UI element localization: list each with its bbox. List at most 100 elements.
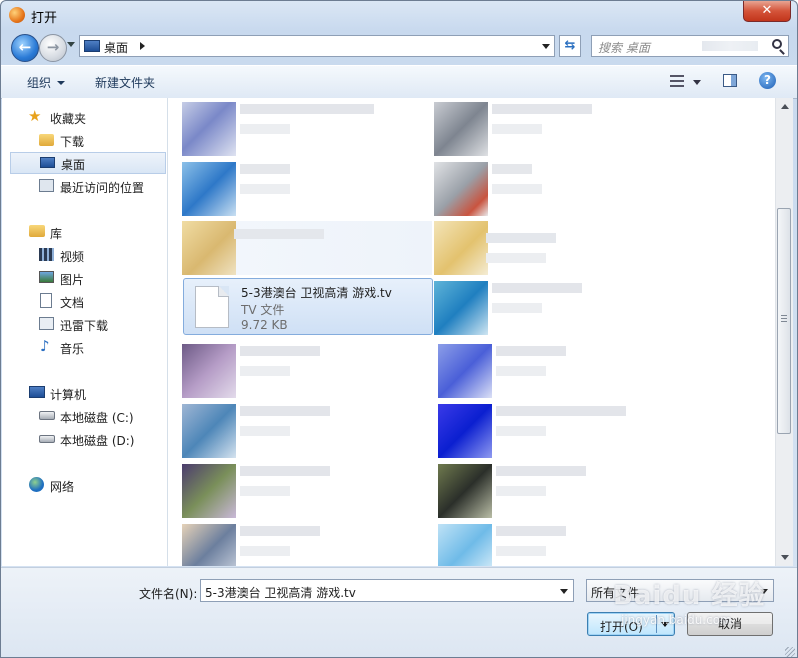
file-item-blurred[interactable] bbox=[182, 464, 432, 520]
sidebar-item-drive-d[interactable]: 本地磁盘 (D:) bbox=[2, 428, 167, 450]
file-thumbnail bbox=[434, 162, 488, 216]
sidebar-item-label: 音乐 bbox=[60, 342, 85, 356]
file-item-blurred[interactable] bbox=[182, 221, 432, 275]
breadcrumb-chevron-icon[interactable] bbox=[140, 42, 145, 50]
sidebar-item-libraries[interactable]: 库 bbox=[2, 221, 167, 243]
sidebar-item-network[interactable]: 网络 bbox=[2, 474, 167, 496]
preview-pane-icon[interactable] bbox=[723, 74, 737, 87]
blurred-text bbox=[492, 283, 582, 293]
address-bar[interactable]: 桌面 bbox=[79, 35, 555, 57]
file-item-blurred[interactable] bbox=[438, 404, 688, 460]
network-icon bbox=[29, 477, 44, 492]
sidebar-item-music[interactable]: ♪ 音乐 bbox=[2, 336, 167, 358]
file-thumbnail bbox=[182, 344, 236, 398]
computer-icon bbox=[29, 386, 45, 398]
sidebar-item-downloads[interactable]: 下载 bbox=[2, 129, 167, 151]
sidebar-item-desktop[interactable]: 桌面 bbox=[10, 152, 166, 174]
search-blurred-text bbox=[702, 41, 758, 51]
scroll-up-arrow-icon[interactable] bbox=[776, 98, 793, 115]
window-title: 打开 bbox=[31, 11, 58, 26]
back-button[interactable]: ← bbox=[11, 34, 39, 62]
file-item-blurred[interactable] bbox=[182, 162, 432, 218]
file-list[interactable]: 5-3港澳台 卫视高清 游戏.tv TV 文件 9.72 KB bbox=[168, 98, 775, 566]
watermark-url: jingyan.baidu.com bbox=[621, 613, 732, 627]
sidebar-item-pictures[interactable]: 图片 bbox=[2, 267, 167, 289]
sidebar-item-label: 视频 bbox=[60, 250, 85, 264]
search-placeholder: 搜索 桌面 bbox=[598, 41, 650, 55]
file-thumbnail bbox=[438, 404, 492, 458]
sidebar-item-label: 计算机 bbox=[50, 388, 87, 402]
refresh-button[interactable]: ⇆ bbox=[559, 35, 581, 57]
vertical-scrollbar[interactable] bbox=[775, 98, 793, 566]
sidebar-item-label: 迅雷下载 bbox=[60, 319, 109, 333]
blurred-text bbox=[496, 366, 546, 376]
sidebar-item-videos[interactable]: 视频 bbox=[2, 244, 167, 266]
organize-button[interactable]: 组织 bbox=[27, 74, 66, 91]
blurred-text bbox=[240, 546, 290, 556]
help-icon[interactable]: ? bbox=[759, 72, 776, 89]
sidebar-item-thunder-downloads[interactable]: 迅雷下载 bbox=[2, 313, 167, 335]
blurred-text bbox=[240, 346, 320, 356]
file-item-blurred[interactable] bbox=[434, 162, 684, 218]
address-crumb-desktop[interactable]: 桌面 bbox=[104, 39, 128, 56]
drive-c-icon bbox=[39, 411, 55, 420]
search-icon[interactable] bbox=[772, 39, 782, 49]
sidebar-item-label: 桌面 bbox=[61, 158, 86, 172]
blurred-text bbox=[234, 229, 324, 239]
filename-history-dropdown-icon[interactable] bbox=[560, 589, 568, 594]
scroll-down-arrow-icon[interactable] bbox=[776, 549, 793, 566]
file-item-blurred[interactable] bbox=[434, 102, 684, 158]
sidebar-item-recent-places[interactable]: 最近访问的位置 bbox=[2, 175, 167, 197]
forward-button[interactable]: → bbox=[39, 34, 67, 62]
filename-input[interactable]: 5-3港澳台 卫视高清 游戏.tv bbox=[200, 579, 574, 602]
desktop-icon bbox=[84, 40, 100, 52]
file-item-blurred[interactable] bbox=[182, 524, 432, 566]
file-item-blurred[interactable] bbox=[438, 524, 688, 566]
file-item-blurred[interactable] bbox=[434, 281, 684, 337]
blurred-text bbox=[496, 346, 566, 356]
sidebar-item-computer[interactable]: 计算机 bbox=[2, 382, 167, 404]
file-item-blurred[interactable] bbox=[434, 221, 684, 277]
title-bar[interactable]: 打开 ✕ bbox=[1, 1, 797, 29]
file-item-blurred[interactable] bbox=[438, 464, 688, 520]
blurred-text bbox=[496, 546, 546, 556]
sidebar-item-label: 网络 bbox=[50, 480, 75, 494]
file-item-blurred[interactable] bbox=[438, 344, 688, 400]
folder-thumbnail bbox=[182, 221, 236, 275]
address-dropdown-icon[interactable] bbox=[542, 44, 550, 49]
blurred-text bbox=[496, 486, 546, 496]
music-icon: ♪ bbox=[40, 337, 50, 355]
recent-pages-arrow-icon[interactable] bbox=[67, 42, 75, 47]
recent-places-icon bbox=[39, 179, 54, 192]
star-icon: ★ bbox=[28, 107, 42, 125]
file-item-blurred[interactable] bbox=[182, 344, 432, 400]
resize-grip-icon[interactable] bbox=[785, 647, 795, 657]
drive-d-icon bbox=[39, 435, 55, 443]
sidebar-item-label: 收藏夹 bbox=[50, 112, 87, 126]
close-button[interactable]: ✕ bbox=[743, 1, 791, 22]
scrollbar-thumb[interactable] bbox=[777, 208, 791, 434]
folder-thumbnail bbox=[434, 221, 488, 275]
new-folder-button[interactable]: 新建文件夹 bbox=[95, 74, 155, 91]
desktop-icon bbox=[40, 157, 55, 168]
file-thumbnail bbox=[438, 344, 492, 398]
view-options-dropdown-icon[interactable] bbox=[693, 80, 701, 85]
file-item-blurred[interactable] bbox=[182, 404, 432, 460]
filename-value[interactable]: 5-3港澳台 卫视高清 游戏.tv bbox=[205, 584, 356, 601]
search-box[interactable]: 搜索 桌面 bbox=[591, 35, 789, 57]
blurred-text bbox=[240, 104, 374, 114]
chevron-down-icon bbox=[57, 81, 66, 85]
sidebar-item-drive-c[interactable]: 本地磁盘 (C:) bbox=[2, 405, 167, 427]
blurred-text bbox=[496, 526, 566, 536]
change-view-icon[interactable] bbox=[670, 74, 684, 88]
file-type: TV 文件 bbox=[241, 303, 285, 317]
sidebar-item-label: 本地磁盘 (D:) bbox=[60, 434, 135, 448]
file-item-blurred[interactable] bbox=[182, 102, 432, 158]
sidebar-item-label: 最近访问的位置 bbox=[60, 181, 145, 195]
sidebar-item-label: 下载 bbox=[60, 135, 85, 149]
sidebar-item-documents[interactable]: 文档 bbox=[2, 290, 167, 312]
sidebar-item-favorites[interactable]: ★ 收藏夹 bbox=[2, 106, 167, 128]
file-name: 5-3港澳台 卫视高清 游戏.tv bbox=[241, 286, 392, 300]
selected-file-item[interactable]: 5-3港澳台 卫视高清 游戏.tv TV 文件 9.72 KB bbox=[183, 278, 433, 335]
sidebar-item-label: 文档 bbox=[60, 296, 85, 310]
